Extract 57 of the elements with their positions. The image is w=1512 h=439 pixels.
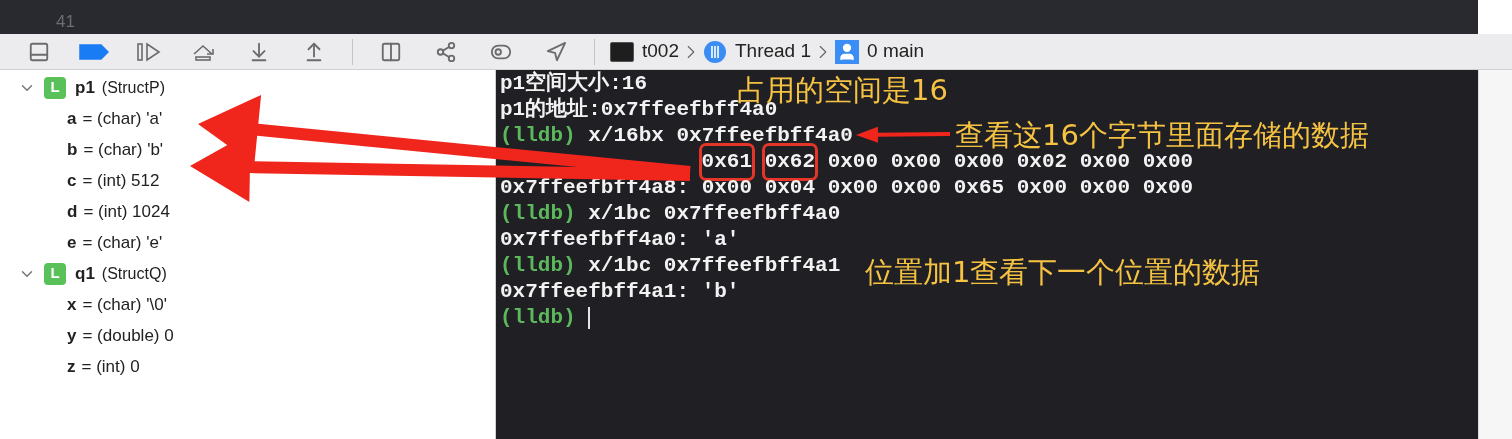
breadcrumb-item[interactable]: t002	[610, 37, 679, 66]
console-command: x/1bc 0x7ffeefbff4a0	[588, 201, 841, 228]
memory-byte: 0x00	[701, 175, 753, 202]
variable-value: = (double) 0	[82, 324, 174, 347]
variable-name: x	[67, 293, 77, 316]
variable-value: = (char) 'a'	[82, 107, 163, 130]
variable-value: = (char) 'e'	[82, 231, 163, 254]
variable-name: d	[67, 200, 78, 223]
console-output: p1空间大小:16	[500, 70, 647, 97]
memory-byte: 0x65	[953, 175, 1005, 202]
breadcrumb-item[interactable]: Thread 1	[703, 37, 812, 66]
thread-icon	[703, 39, 727, 64]
annotation-text: 查看这16个字节里面存储的数据	[955, 121, 1369, 150]
console-output: 0x7ffeefbff4a1: 'b'	[500, 279, 740, 306]
variable-type: (StructQ)	[101, 263, 167, 284]
memory-byte: 0x00	[890, 175, 942, 202]
variable-name: y	[67, 324, 77, 347]
variable-value: = (int) 0	[81, 355, 140, 378]
person-icon	[835, 39, 860, 64]
line-number: 41	[56, 11, 75, 33]
memory-address: 0x7ffeefbff4a8:	[500, 175, 690, 202]
variable-value: = (char) 'b'	[83, 138, 164, 161]
variable-value: = (int) 512	[82, 169, 160, 192]
memory-byte: 0x02	[1016, 149, 1068, 176]
variable-name: z	[67, 355, 76, 378]
console-command: x/1bc 0x7ffeefbff4a1	[588, 253, 841, 280]
lldb-prompt: (lldb)	[500, 253, 576, 280]
annotation-text: 位置加1查看下一个位置的数据	[865, 258, 1261, 287]
memory-byte: 0x00	[953, 149, 1005, 176]
variable-name: c	[67, 169, 77, 192]
variable-name: b	[67, 138, 78, 161]
variable-name: q1	[75, 262, 95, 285]
lldb-prompt: (lldb)	[500, 305, 576, 332]
memory-byte: 0x00	[827, 175, 879, 202]
variable-name: a	[67, 107, 77, 130]
breadcrumb-item[interactable]: 0 main	[835, 37, 925, 66]
memory-byte: 0x00	[1079, 149, 1131, 176]
memory-byte: 0x00	[827, 149, 879, 176]
terminal-icon	[610, 41, 634, 62]
scope-badge: L	[44, 76, 66, 99]
memory-byte: 0x04	[764, 175, 816, 202]
console-output: 0x7ffeefbff4a0: 'a'	[500, 227, 740, 254]
memory-byte: 0x00	[1079, 175, 1131, 202]
editor-scrollbar	[1478, 0, 1512, 34]
variable-value: = (char) '\0'	[82, 293, 167, 316]
lldb-prompt: (lldb)	[500, 123, 576, 150]
memory-byte: 0x00	[1016, 175, 1068, 202]
scope-badge: L	[44, 262, 66, 285]
memory-byte: 0x00	[1142, 175, 1194, 202]
memory-byte: 0x00	[890, 149, 942, 176]
variable-type: (StructP)	[101, 77, 165, 98]
lldb-prompt: (lldb)	[500, 201, 576, 228]
memory-byte: 0x00	[1142, 149, 1194, 176]
variable-name: e	[67, 231, 77, 254]
text-cursor	[588, 307, 591, 329]
variable-name: p1	[75, 76, 95, 99]
variable-value: = (int) 1024	[83, 200, 170, 223]
